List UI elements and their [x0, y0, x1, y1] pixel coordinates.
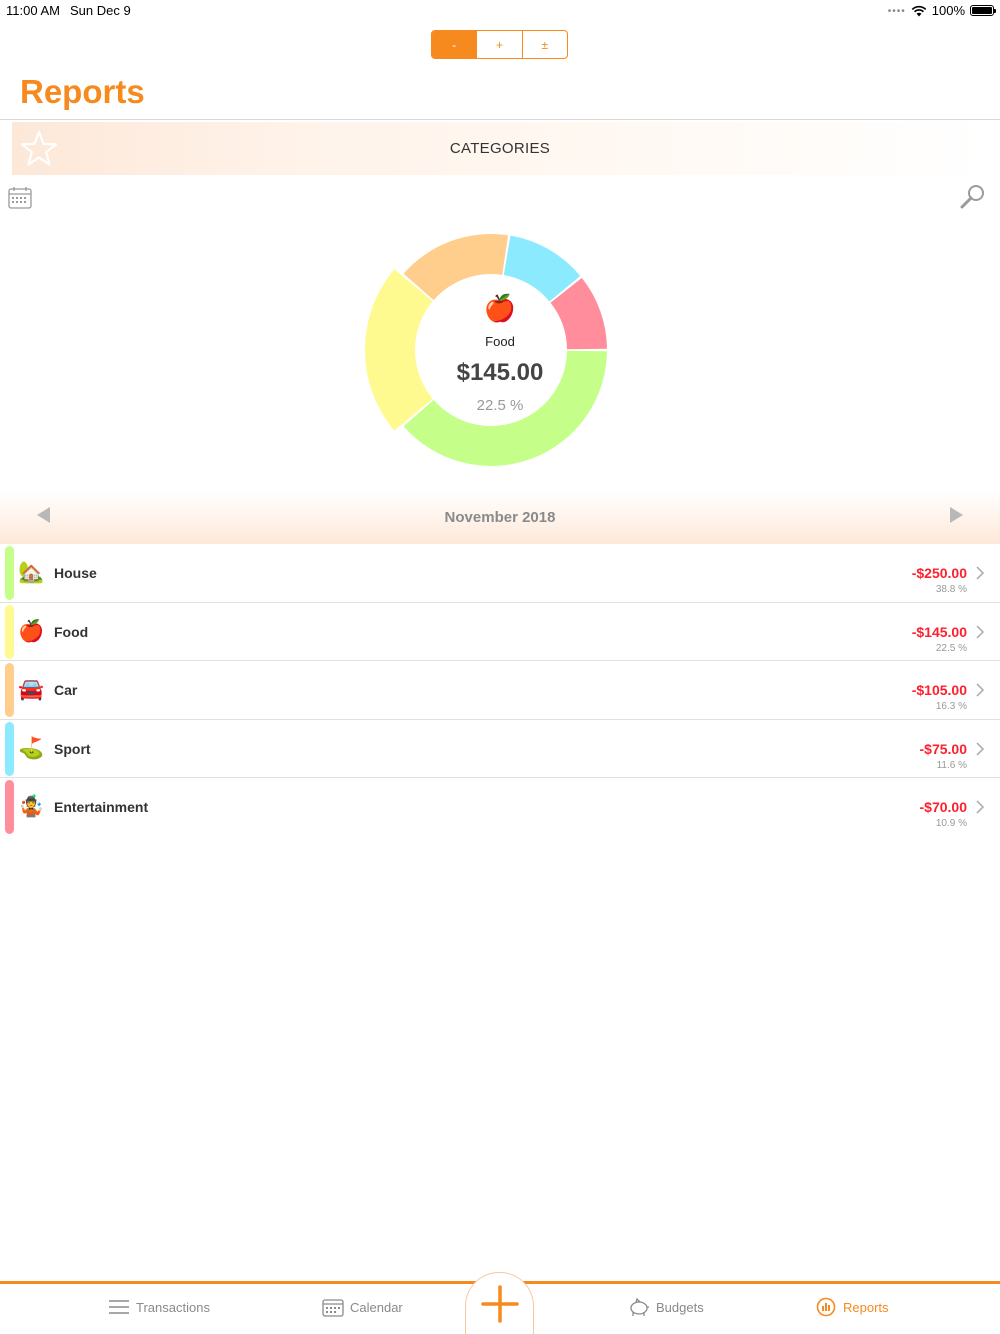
category-amount: -$75.00	[919, 740, 967, 757]
category-list: 🏡 House -$250.00 38.8 % 🍎 Food -$145.00 …	[0, 544, 1000, 837]
expense-income-segmented-control: - + ±	[431, 30, 568, 59]
search-icon[interactable]	[960, 184, 986, 210]
category-amount: -$145.00	[911, 623, 967, 640]
tab-reports-label: Reports	[843, 1299, 889, 1315]
juggler-icon: 🤹	[18, 795, 45, 818]
month-label: November 2018	[444, 508, 556, 526]
selected-category-name: Food	[485, 334, 515, 349]
category-name: Sport	[54, 740, 91, 757]
status-time: 11:00 AM	[6, 3, 60, 18]
battery-percent: 100%	[931, 3, 965, 18]
signal-icon: ••••	[887, 6, 906, 17]
category-amount: -$105.00	[911, 682, 967, 698]
tab-calendar-label: Calendar	[350, 1299, 403, 1315]
star-icon[interactable]	[18, 128, 60, 170]
tab-transactions-label: Transactions	[136, 1299, 210, 1315]
month-selector: November 2018	[0, 490, 1000, 544]
page-title: Reports	[20, 73, 145, 110]
selected-category-amount: $145.00	[456, 359, 544, 386]
category-row-sport[interactable]: ⛳ Sport -$75.00 11.6 %	[0, 720, 1000, 778]
divider	[0, 119, 1000, 120]
category-name: Entertainment	[54, 799, 149, 815]
chevron-right-icon	[976, 624, 985, 639]
category-percent: 16.3 %	[935, 701, 967, 712]
category-name: House	[54, 565, 97, 581]
apple-icon: 🍎	[18, 619, 45, 643]
battery-icon	[970, 5, 996, 16]
tab-reports[interactable]: Reports	[815, 1297, 889, 1317]
category-percent: 11.6 %	[936, 759, 967, 771]
plus-icon	[480, 1284, 519, 1323]
categories-banner[interactable]: CATEGORIES	[12, 122, 988, 175]
tab-budgets[interactable]: Budgets	[628, 1297, 704, 1317]
segment-income[interactable]: +	[477, 31, 523, 58]
segment-expenses[interactable]: -	[432, 31, 478, 58]
selected-category-percent: 22.5 %	[476, 397, 524, 414]
categories-label: CATEGORIES	[449, 140, 551, 157]
car-icon: 🚘	[18, 678, 45, 701]
category-amount: -$70.00	[919, 799, 967, 815]
category-row-entertainment[interactable]: 🤹 Entertainment -$70.00 10.9 %	[0, 778, 1000, 837]
category-amount: -$250.00	[911, 565, 967, 581]
category-percent: 38.8 %	[935, 584, 967, 595]
category-name: Food	[54, 623, 89, 640]
segment-balance[interactable]: ±	[523, 31, 567, 58]
calendar-icon	[322, 1299, 344, 1317]
next-month-icon[interactable]	[950, 507, 963, 523]
add-transaction-button[interactable]	[465, 1272, 534, 1334]
category-percent: 22.5 %	[935, 642, 967, 654]
category-color-bar	[5, 546, 14, 600]
calendar-icon[interactable]	[8, 186, 32, 209]
category-percent: 10.9 %	[935, 818, 967, 829]
category-color-bar	[5, 604, 14, 659]
category-row-car[interactable]: 🚘 Car -$105.00 16.3 %	[0, 661, 1000, 720]
category-color-bar	[5, 721, 14, 776]
piggy-bank-icon	[630, 1297, 649, 1316]
wifi-icon	[911, 5, 927, 16]
tab-calendar[interactable]: Calendar	[322, 1297, 403, 1317]
golf-flag-icon: ⛳	[18, 736, 45, 760]
category-name: Car	[54, 682, 78, 698]
status-date: Sun Dec 9	[69, 3, 131, 18]
category-color-bar	[5, 780, 14, 834]
list-icon	[109, 1300, 129, 1314]
category-row-food[interactable]: 🍎 Food -$145.00 22.5 %	[0, 603, 1000, 661]
house-icon: 🏡	[18, 561, 45, 584]
reports-chart-icon	[816, 1297, 836, 1317]
selected-category-emoji: 🍎	[483, 293, 517, 323]
tab-transactions[interactable]: Transactions	[108, 1297, 210, 1317]
selected-category-summary: 🍎 Food $145.00 22.5 %	[400, 290, 600, 414]
chevron-right-icon	[976, 741, 985, 756]
chevron-right-icon	[976, 683, 985, 697]
tab-budgets-label: Budgets	[656, 1299, 704, 1315]
category-color-bar	[5, 663, 14, 717]
chevron-right-icon	[976, 800, 985, 814]
previous-month-icon[interactable]	[37, 507, 50, 523]
chevron-right-icon	[976, 566, 985, 580]
status-bar: 11:00 AM Sun Dec 9 •••• 100%	[0, 0, 1000, 20]
category-row-house[interactable]: 🏡 House -$250.00 38.8 %	[0, 544, 1000, 603]
